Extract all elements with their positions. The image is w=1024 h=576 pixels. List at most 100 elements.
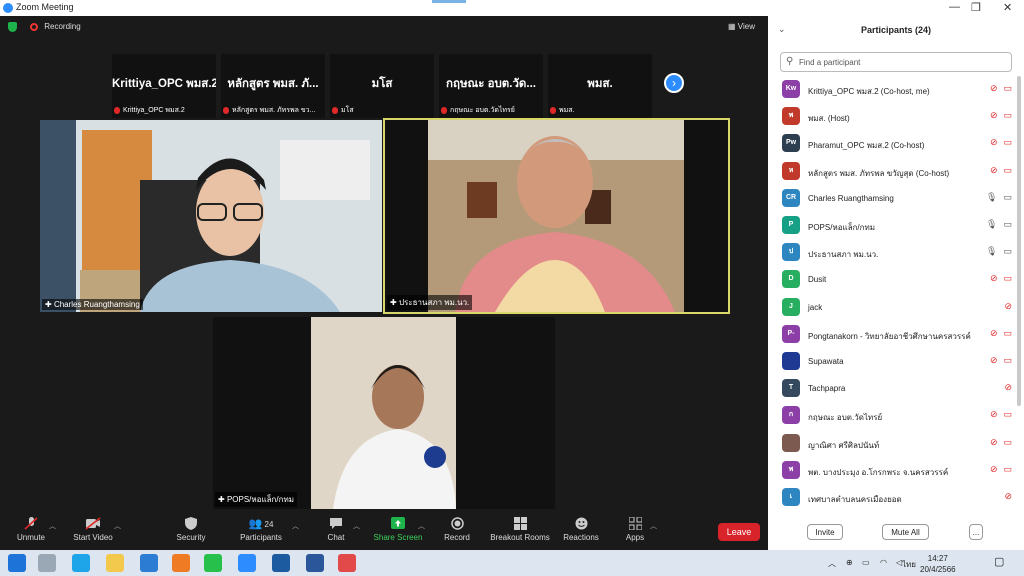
thumbnail-tile[interactable]: พมส. พมส. (548, 54, 652, 118)
participant-row[interactable]: CR Charles Ruangthamsing 🎙 ▭ (782, 185, 1012, 212)
participant-row[interactable]: T Tachpapra ⊘ (782, 375, 1012, 402)
video-icon[interactable]: ▭ (1003, 192, 1012, 202)
mic-muted-icon[interactable]: ⊘ (990, 437, 998, 447)
participant-list-scrollbar[interactable] (1017, 76, 1021, 406)
mic-muted-icon[interactable]: ⊘ (990, 409, 998, 419)
mic-muted-icon[interactable]: ⊘ (1004, 491, 1012, 501)
network-icon[interactable]: ⊕ (846, 558, 853, 567)
mic-muted-icon[interactable]: ⊘ (990, 110, 998, 120)
record-button[interactable]: Record (442, 517, 472, 542)
mic-muted-icon[interactable]: ⊘ (990, 464, 998, 474)
security-button[interactable]: Security (170, 517, 212, 542)
video-off-icon[interactable]: ▭ (1003, 355, 1012, 365)
thumbnail-tile[interactable]: มโส มโส (330, 54, 434, 118)
breakout-rooms-button[interactable]: Breakout Rooms (488, 517, 552, 542)
invite-button[interactable]: Invite (807, 524, 843, 540)
tray-chevron-icon[interactable]: ︿ (828, 558, 836, 569)
mic-muted-icon[interactable]: ⊘ (990, 355, 998, 365)
start-menu-icon[interactable] (8, 554, 26, 572)
mic-muted-icon[interactable]: ⊘ (990, 165, 998, 175)
apps-button[interactable]: Apps (622, 517, 648, 542)
thumbnail-tile[interactable]: Krittiya_OPC พมส.2 Krittiya_OPC พมส.2 (112, 54, 216, 118)
clock[interactable]: 14:27 20/4/2566 (920, 553, 956, 575)
video-off-icon[interactable]: ▭ (1003, 137, 1012, 147)
mic-icon[interactable]: 🎙 (986, 192, 997, 202)
unmute-button[interactable]: Unmute (12, 517, 50, 542)
start-video-button[interactable]: Start Video (68, 517, 118, 542)
security-status[interactable] (8, 22, 17, 32)
participant-row[interactable]: เ เทศบาลตำบลนครเมืองยอด ⊘ (782, 484, 1012, 511)
participant-row[interactable]: P- Pongtanakorn - วิทยาลัยอาชีวศึกษานครสว… (782, 321, 1012, 348)
participant-row[interactable]: D Dusit ⊘ ▭ (782, 266, 1012, 293)
mic-icon[interactable]: 🎙 (986, 246, 997, 256)
active-speaker-video-tile[interactable]: ✚ ประธานสภา พม.นว. (383, 118, 730, 314)
firefox-icon[interactable] (172, 554, 190, 572)
participant-row[interactable]: Jjack ⊘ (782, 294, 1012, 321)
participants-button[interactable]: 👥 24 Participants (236, 517, 286, 542)
participant-row[interactable]: ห หลักสูตร พมส. ภัทรพล ขวัญสุด (Co-host) ⊘… (782, 158, 1012, 185)
wifi-icon[interactable]: ◠ (880, 558, 887, 567)
video-options-caret[interactable]: ︿ (114, 521, 121, 531)
thumbnail-tile[interactable]: กฤษณะ อบต.วัด... กฤษณะ อบต.วัดไทรย์ (439, 54, 543, 118)
video-icon[interactable]: ▭ (1003, 219, 1012, 229)
chat-options-caret[interactable]: ︿ (353, 521, 360, 531)
mic-muted-icon[interactable]: ⊘ (1004, 301, 1012, 311)
thumbnail-tile[interactable]: หลักสูตร พมส. ภั... หลักสูตร พมส. ภัทรพล… (221, 54, 325, 118)
language-indicator[interactable]: ไทย (902, 558, 916, 571)
edge-icon[interactable] (72, 554, 90, 572)
line-app-icon[interactable] (204, 554, 222, 572)
participants-options-caret[interactable]: ︿ (292, 521, 299, 531)
video-icon[interactable]: ▭ (1003, 246, 1012, 256)
next-page-button[interactable]: › (664, 73, 684, 93)
mic-icon[interactable]: 🎙 (986, 219, 997, 229)
photos-icon[interactable] (272, 554, 290, 572)
participant-row[interactable]: ญาณิศา ศรีศิลปนันท์ ⊘ ▭ (782, 430, 1012, 457)
apps-options-caret[interactable]: ︿ (650, 521, 657, 531)
mic-muted-icon[interactable]: ⊘ (990, 328, 998, 338)
recording-indicator[interactable]: Recording (30, 22, 81, 31)
video-tile[interactable]: ✚ Charles Ruangthamsing (40, 120, 382, 312)
participant-row[interactable]: P POPS/หอแล็ก/กทม 🎙 ▭ (782, 212, 1012, 239)
audio-options-caret[interactable]: ︿ (49, 521, 56, 531)
participant-row[interactable]: พ พต. บางประมุง อ.โกรกพระ จ.นครสวรรค์ ⊘ ▭ (782, 457, 1012, 484)
chat-button[interactable]: Chat (322, 517, 350, 542)
mail-icon[interactable] (140, 554, 158, 572)
battery-icon[interactable]: ▭ (862, 558, 870, 567)
close-icon[interactable]: ✕ (1003, 1, 1012, 14)
word-icon[interactable] (306, 554, 324, 572)
mic-muted-icon[interactable]: ⊘ (990, 137, 998, 147)
video-off-icon[interactable]: ▭ (1003, 273, 1012, 283)
video-off-icon[interactable]: ▭ (1003, 328, 1012, 338)
mic-muted-icon[interactable]: ⊘ (990, 83, 998, 93)
zoom-taskbar-icon[interactable] (238, 554, 256, 572)
share-screen-button[interactable]: Share Screen (372, 517, 424, 542)
video-off-icon[interactable]: ▭ (1003, 165, 1012, 175)
participant-row[interactable]: Kw Krittiya_OPC พมส.2 (Co-host, me) ⊘ ▭ (782, 76, 1012, 103)
video-off-icon[interactable]: ▭ (1003, 437, 1012, 447)
video-off-icon[interactable]: ▭ (1003, 110, 1012, 120)
share-options-caret[interactable]: ︿ (418, 521, 425, 531)
video-off-icon[interactable]: ▭ (1003, 83, 1012, 93)
participant-row[interactable]: Supawata ⊘ ▭ (782, 348, 1012, 375)
app-icon[interactable] (338, 554, 356, 572)
more-options-button[interactable]: ... (969, 524, 983, 540)
participant-row[interactable]: ก กฤษณะ อบต.วัดไทรย์ ⊘ ▭ (782, 402, 1012, 429)
leave-button[interactable]: Leave (718, 523, 760, 541)
minimize-icon[interactable]: — (949, 1, 960, 13)
participant-row[interactable]: ป ประธานสภา พม.นว. 🎙 ▭ (782, 239, 1012, 266)
participant-search-input[interactable]: ⚲ Find a participant (780, 52, 1012, 72)
video-off-icon[interactable]: ▭ (1003, 464, 1012, 474)
mic-muted-icon[interactable]: ⊘ (990, 273, 998, 283)
mute-all-button[interactable]: Mute All (882, 524, 929, 540)
view-button[interactable]: ▦ View (728, 22, 755, 31)
video-tile[interactable]: ✚ POPS/หอแล็ก/กทม (213, 317, 555, 509)
notifications-icon[interactable]: ▢ (994, 555, 1004, 568)
video-off-icon[interactable]: ▭ (1003, 409, 1012, 419)
participant-row[interactable]: Pw Pharamut_OPC พมส.2 (Co-host) ⊘ ▭ (782, 130, 1012, 157)
file-explorer-icon[interactable] (106, 554, 124, 572)
task-view-icon[interactable] (38, 554, 56, 572)
reactions-button[interactable]: Reactions (562, 517, 600, 542)
mic-muted-icon[interactable]: ⊘ (1004, 382, 1012, 392)
maximize-icon[interactable]: ❐ (971, 1, 981, 14)
participant-row[interactable]: พ พมส. (Host) ⊘ ▭ (782, 103, 1012, 130)
